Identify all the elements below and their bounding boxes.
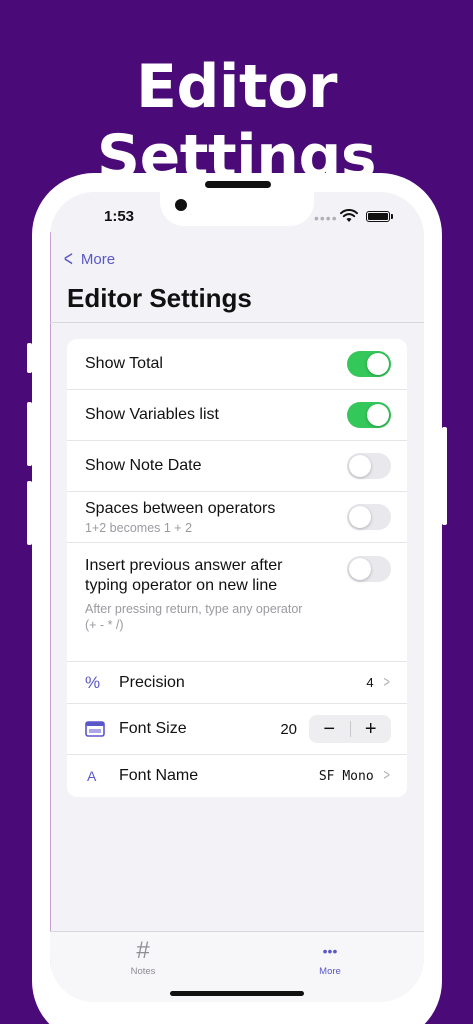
toggle-knob <box>367 353 389 375</box>
setting-font-size: Font Size 20 − + <box>67 704 407 755</box>
status-time: 1:53 <box>104 208 135 225</box>
setting-font-name[interactable]: A Font Name SF Mono > <box>67 755 407 797</box>
font-letter-icon: A <box>87 768 97 784</box>
precision-value: 4 <box>366 675 374 690</box>
toggle-knob <box>349 506 371 528</box>
decrease-font-size-button[interactable]: − <box>309 715 350 743</box>
setting-precision[interactable]: % Precision 4 > <box>67 662 407 704</box>
insert-previous-answer-toggle[interactable] <box>347 556 391 582</box>
setting-description: 1+2 becomes 1 + 2 <box>85 520 193 535</box>
tab-more[interactable]: ••• More <box>290 938 370 977</box>
setting-label: Font Size <box>119 720 187 737</box>
font-size-stepper: − + <box>309 715 391 743</box>
tab-notes[interactable]: # Notes <box>103 937 183 978</box>
chevron-right-icon: > <box>383 673 390 691</box>
toggle-knob <box>349 558 371 580</box>
phone-side-button-power <box>442 427 447 525</box>
percent-icon: % <box>85 672 101 692</box>
battery-icon <box>366 211 390 222</box>
setting-spaces-operators: Spaces between operators 1+2 becomes 1 +… <box>67 492 407 543</box>
promo-title: Editor Settings <box>96 52 377 192</box>
battery-tip <box>391 214 393 219</box>
more-dots-icon: ••• <box>322 943 338 959</box>
back-button[interactable]: < More <box>62 248 115 270</box>
setting-label: Precision <box>119 673 185 691</box>
wifi-icon <box>340 209 358 222</box>
setting-show-note-date: Show Note Date <box>67 441 407 492</box>
font-name-value: SF Mono <box>318 768 374 784</box>
setting-label: Show Variables list <box>85 406 219 423</box>
toggle-knob <box>367 404 389 426</box>
setting-label: Show Total <box>85 355 163 372</box>
show-variables-toggle[interactable] <box>347 402 391 428</box>
nav-divider <box>50 322 424 323</box>
tab-label: More <box>319 966 341 977</box>
show-note-date-toggle[interactable] <box>347 453 391 479</box>
setting-show-total: Show Total <box>67 339 407 390</box>
phone-screen: 1:53 •••• < More Editor Settings Show To… <box>50 192 424 1002</box>
page-title: Editor Settings <box>67 283 252 313</box>
setting-label: Font Name <box>119 767 199 784</box>
settings-card: Show Total Show Variables list Show Note… <box>67 339 407 797</box>
setting-insert-previous-answer: Insert previous answer after typing oper… <box>67 543 407 662</box>
hash-icon: # <box>136 937 150 964</box>
font-size-value: 20 <box>280 720 297 738</box>
setting-description: After pressing return, type any operator… <box>85 602 303 632</box>
tab-label: Notes <box>130 966 156 977</box>
show-total-toggle[interactable] <box>347 351 391 377</box>
setting-label: Insert previous answer after typing oper… <box>85 557 283 594</box>
setting-label: Spaces between operators <box>85 499 276 517</box>
spaces-operators-toggle[interactable] <box>347 504 391 530</box>
chevron-right-icon: > <box>383 767 390 784</box>
setting-show-variables: Show Variables list <box>67 390 407 441</box>
home-indicator[interactable] <box>170 991 304 996</box>
toggle-knob <box>349 455 371 477</box>
back-button-label: More <box>80 250 116 268</box>
increase-font-size-button[interactable]: + <box>351 715 392 743</box>
setting-label: Show Note Date <box>85 457 202 474</box>
split-view-edge <box>50 232 51 1002</box>
front-camera <box>175 199 187 211</box>
chevron-left-icon: < <box>63 246 73 271</box>
font-size-icon <box>85 721 119 737</box>
signal-dots-icon: •••• <box>314 210 338 226</box>
speaker-grille <box>205 181 271 188</box>
